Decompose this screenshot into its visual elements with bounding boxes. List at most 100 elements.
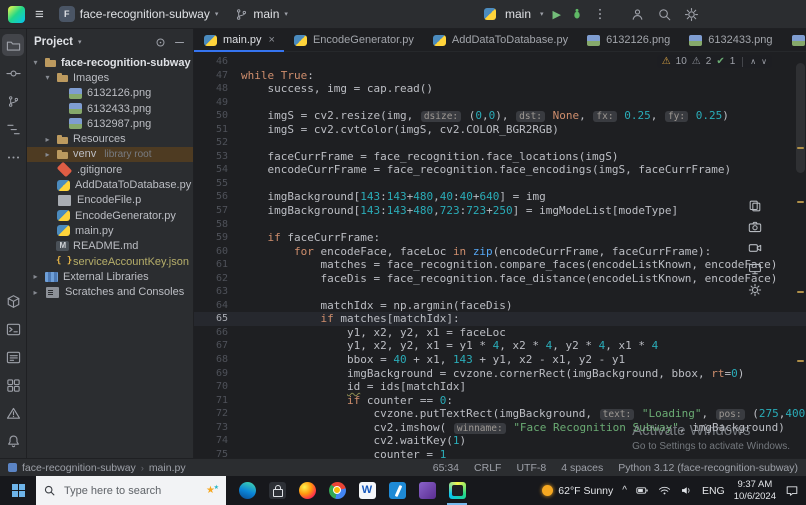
activity-structure-button[interactable]: [2, 118, 24, 140]
tree-chevron-icon[interactable]: ▾: [31, 58, 40, 67]
line-number[interactable]: 66: [194, 326, 241, 340]
taskbar-edge-button[interactable]: [232, 476, 262, 505]
tree-chevron-icon[interactable]: ▸: [31, 288, 40, 297]
code-line-47[interactable]: 47 while True:: [194, 69, 806, 83]
activity-console-button[interactable]: [2, 346, 24, 368]
run-button[interactable]: ▶: [553, 8, 561, 21]
tree-item-serviceaccountkey-json[interactable]: serviceAccountKey.json: [27, 254, 193, 269]
more-actions-icon[interactable]: [593, 7, 607, 21]
activity-terminal-button[interactable]: [2, 318, 24, 340]
run-config-name[interactable]: main: [505, 7, 531, 21]
code-line-52[interactable]: 52: [194, 136, 806, 150]
video-camera-icon[interactable]: [748, 241, 762, 255]
code-line-66[interactable]: 66 y1, x2, y2, x1 = faceLoc: [194, 326, 806, 340]
code-editor[interactable]: 46 47 while True: 48 success, img = cap.rea…: [194, 52, 806, 458]
chevron-down-icon[interactable]: ▾: [540, 10, 544, 18]
code-line-54[interactable]: 54 encodeCurrFrame = face_recognition.fa…: [194, 163, 806, 177]
weather-widget[interactable]: 62°F Sunny: [542, 485, 613, 497]
indent-setting[interactable]: 4 spaces: [561, 462, 603, 474]
activity-project-button[interactable]: [2, 34, 24, 56]
battery-icon[interactable]: [636, 484, 649, 497]
taskbar-store-button[interactable]: [262, 476, 292, 505]
code-line-67[interactable]: 67 y1, x2, y2, x1 = y1 * 4, x2 * 4, y2 *…: [194, 339, 806, 353]
tree-item-6132433-png[interactable]: 6132433.png: [27, 101, 193, 116]
start-button[interactable]: [0, 476, 36, 505]
network-icon[interactable]: [658, 484, 671, 497]
settings-icon[interactable]: [684, 7, 699, 22]
activity-services-button[interactable]: [2, 374, 24, 396]
tree-item-6132126-png[interactable]: 6132126.png: [27, 86, 193, 101]
line-number[interactable]: 67: [194, 339, 241, 353]
line-number[interactable]: 69: [194, 367, 241, 381]
line-number[interactable]: 54: [194, 163, 241, 177]
line-number[interactable]: 52: [194, 136, 241, 150]
project-widget[interactable]: F face-recognition-subway ▾: [54, 4, 224, 24]
code-line-69[interactable]: 69 imgBackground = cvzone.cornerRect(img…: [194, 367, 806, 381]
code-line-50[interactable]: 50 imgS = cv2.resize(img, dsize: (0,0), …: [194, 109, 806, 123]
activity-commit-button[interactable]: [2, 62, 24, 84]
tab-6132126-png[interactable]: 6132126.png: [577, 29, 679, 51]
breadcrumb-project[interactable]: face-recognition-subway: [22, 462, 136, 474]
code-line-53[interactable]: 53 faceCurrFrame = face_recognition.face…: [194, 150, 806, 164]
activity-problems-button[interactable]: [2, 402, 24, 424]
line-number[interactable]: 47: [194, 69, 241, 83]
code-line-55[interactable]: 55: [194, 177, 806, 191]
locate-file-icon[interactable]: [154, 36, 167, 49]
volume-icon[interactable]: [680, 484, 693, 497]
line-number[interactable]: 60: [194, 245, 241, 259]
code-with-me-icon[interactable]: [630, 7, 645, 22]
line-number[interactable]: 50: [194, 109, 241, 123]
inspections-widget[interactable]: ⚠ 10 ⚠ 2 ✔ 1 ∧ ∨: [656, 55, 772, 68]
tree-item-venv[interactable]: ▸ venv library root: [27, 146, 193, 163]
tree-chevron-icon[interactable]: ▸: [43, 150, 52, 159]
code-line-56[interactable]: 56 imgBackground[143:143+480,40:40+640] …: [194, 190, 806, 204]
line-number[interactable]: 65: [194, 312, 241, 326]
line-number[interactable]: 48: [194, 82, 241, 96]
tree-item-resources[interactable]: ▸ Resources: [27, 131, 193, 146]
tool-windows-icon[interactable]: [8, 463, 17, 472]
code-line-72[interactable]: 72 cvzone.putTextRect(imgBackground, tex…: [194, 407, 806, 421]
line-number[interactable]: 73: [194, 421, 241, 435]
line-number[interactable]: 70: [194, 380, 241, 394]
tree-chevron-icon[interactable]: ▸: [43, 135, 52, 144]
tree-item-encodefile-p[interactable]: EncodeFile.p: [27, 193, 193, 208]
code-line-57[interactable]: 57 imgBackground[143:143+480,723:723+250…: [194, 204, 806, 218]
code-line-70[interactable]: 70 id = ids[matchIdx]: [194, 380, 806, 394]
taskbar-vscode-button[interactable]: [382, 476, 412, 505]
line-number[interactable]: 62: [194, 272, 241, 286]
tree-item-main-py[interactable]: main.py: [27, 223, 193, 238]
taskbar-word-button[interactable]: [352, 476, 382, 505]
taskbar-firefox-button[interactable]: [292, 476, 322, 505]
branch-widget[interactable]: main ▾: [230, 5, 293, 23]
activity-more-button[interactable]: [2, 146, 24, 168]
tab-main-py[interactable]: main.py ×: [194, 29, 284, 52]
hidden-icons-chevron[interactable]: ^: [622, 485, 627, 496]
next-problem-icon[interactable]: ∨: [761, 57, 767, 66]
language-indicator[interactable]: ENG: [702, 485, 725, 497]
code-line-65[interactable]: 65 if matches[matchIdx]:: [194, 312, 806, 326]
line-number[interactable]: 61: [194, 258, 241, 272]
tree-item-6132987-png[interactable]: 6132987.png: [27, 116, 193, 131]
code-line-62[interactable]: 62 faceDis = face_recognition.face_dista…: [194, 272, 806, 286]
python-interpreter[interactable]: Python 3.12 (face-recognition-subway): [618, 462, 798, 474]
code-line-59[interactable]: 59 if faceCurrFrame:: [194, 231, 806, 245]
line-number[interactable]: 63: [194, 285, 241, 299]
taskbar-pycharm-button[interactable]: [442, 476, 472, 505]
tree-item-adddatatodatabase-py[interactable]: AddDataToDatabase.py: [27, 177, 193, 192]
line-number[interactable]: 55: [194, 177, 241, 191]
code-line-68[interactable]: 68 bbox = 40 + x1, 143 + y1, x2 - x1, y2…: [194, 353, 806, 367]
prev-problem-icon[interactable]: ∧: [750, 57, 756, 66]
breadcrumb-file[interactable]: main.py: [149, 462, 186, 474]
tab-6132433-png[interactable]: 6132433.png: [679, 29, 781, 51]
code-line-49[interactable]: 49: [194, 96, 806, 110]
code-line-60[interactable]: 60 for encodeFace, faceLoc in zip(encode…: [194, 245, 806, 259]
monitor-icon[interactable]: [748, 262, 762, 276]
line-number[interactable]: 46: [194, 55, 241, 69]
debug-button[interactable]: [570, 7, 584, 21]
camera-icon[interactable]: [748, 220, 762, 234]
code-line-51[interactable]: 51 imgS = cv2.cvtColor(imgS, cv2.COLOR_B…: [194, 123, 806, 137]
tree-item-images[interactable]: ▾ Images: [27, 70, 193, 85]
caret-position[interactable]: 65:34: [433, 462, 459, 474]
line-number[interactable]: 57: [194, 204, 241, 218]
clock[interactable]: 9:37 AM 10/6/2024: [734, 479, 776, 503]
